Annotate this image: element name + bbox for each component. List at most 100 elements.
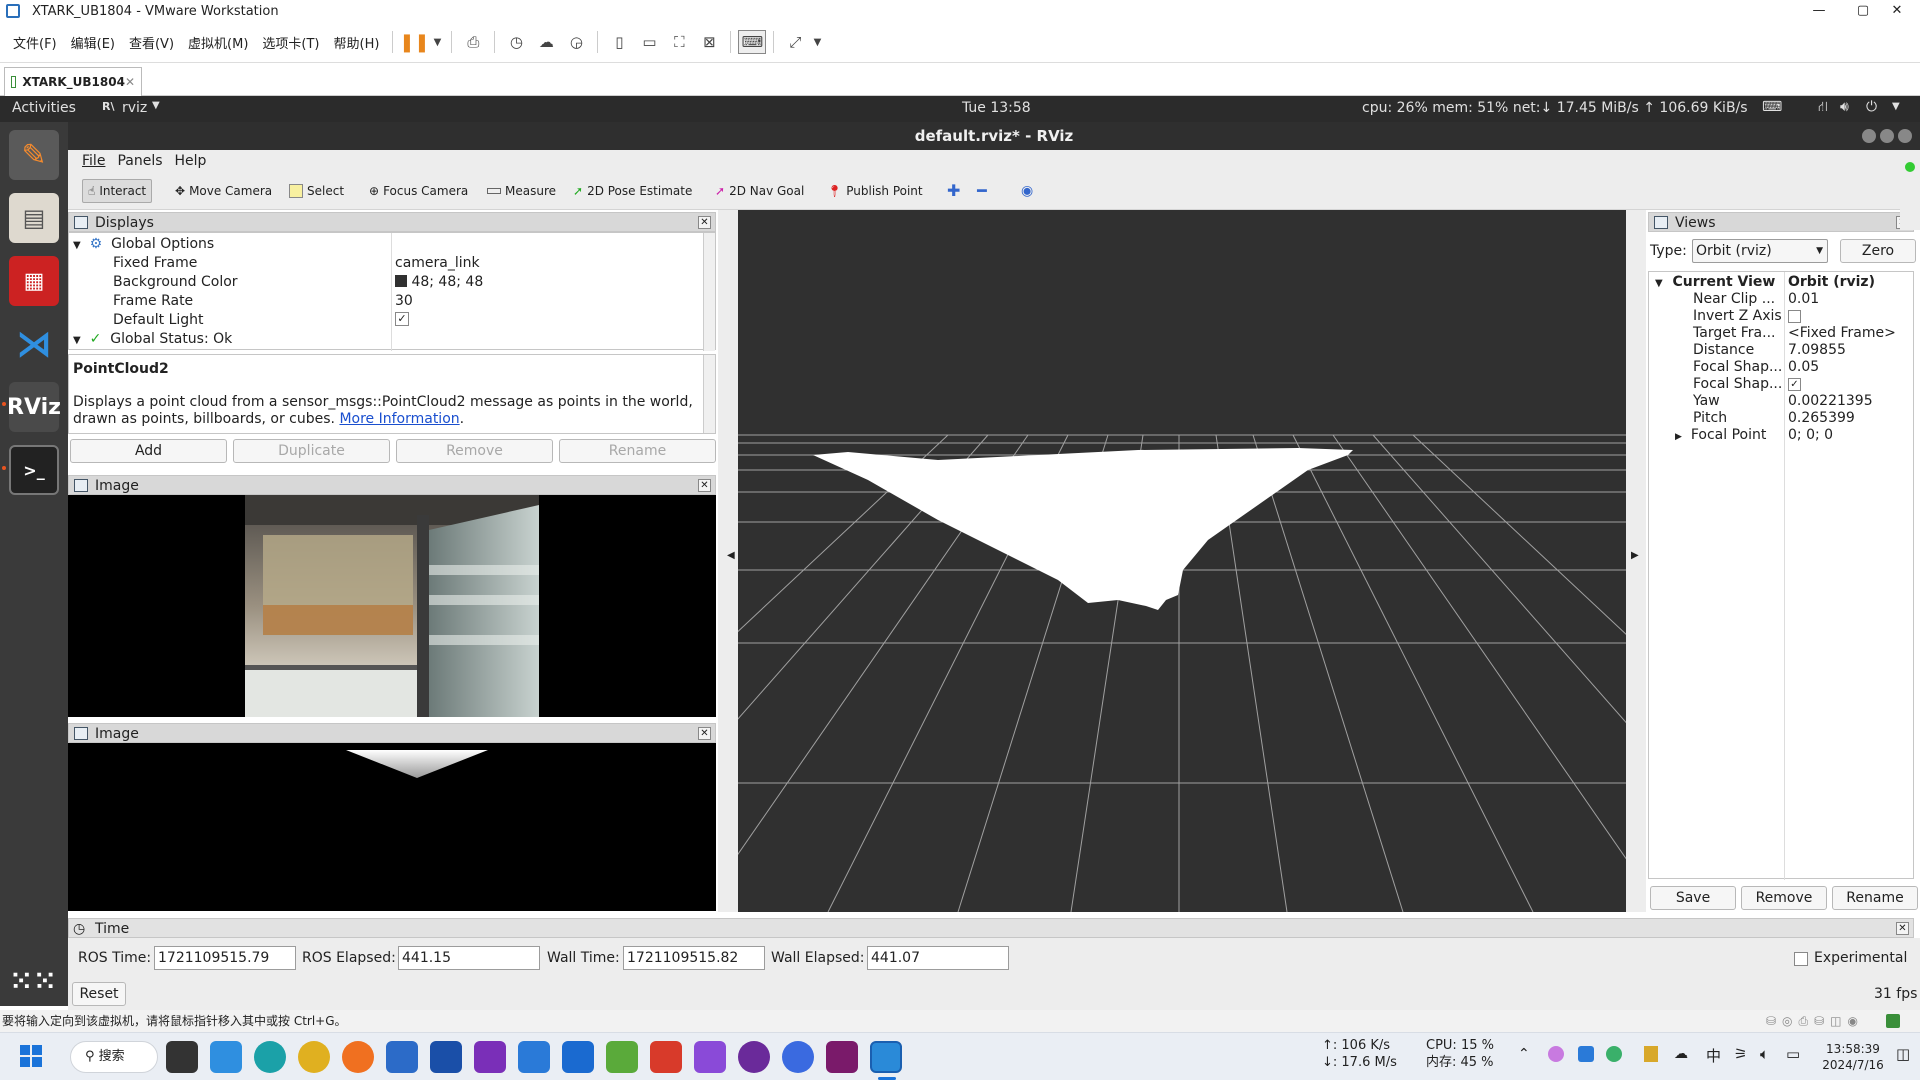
description-scrollbar[interactable] (703, 355, 715, 433)
nav-goal-tool[interactable]: ➚ 2D Nav Goal (710, 179, 809, 203)
rviz-close-button[interactable] (1898, 129, 1912, 143)
ime-indicator[interactable]: 中 (1706, 1045, 1721, 1066)
rviz-menu-panels[interactable]: Panels (111, 150, 168, 172)
fixed-frame-value[interactable]: camera_link (395, 254, 480, 273)
power-icon[interactable]: ⏻ (1866, 99, 1877, 115)
app-taskbar-icon[interactable] (430, 1041, 462, 1073)
edge-taskbar-icon[interactable] (254, 1041, 286, 1073)
folder-app-taskbar-icon[interactable] (562, 1041, 594, 1073)
pdf-taskbar-icon[interactable] (826, 1041, 858, 1073)
terminal-icon[interactable]: >_ (9, 445, 59, 495)
close-time-icon[interactable]: ✕ (1896, 922, 1909, 935)
near-clip-value[interactable]: 0.01 (1788, 290, 1819, 309)
activities-button[interactable]: Activities (12, 100, 76, 116)
taskbar-search[interactable]: ⚲ 搜索 (70, 1041, 158, 1073)
notepad-taskbar-icon[interactable] (606, 1041, 638, 1073)
github-taskbar-icon[interactable] (738, 1041, 770, 1073)
taskbar-clock[interactable]: 13:58:39 2024/7/16 (1818, 1041, 1888, 1073)
global-status-row[interactable]: ▼ ✓ Global Status: Ok (73, 330, 232, 349)
rviz-menu-file[interactable]: File (76, 150, 111, 172)
rviz-minimize-button[interactable] (1862, 129, 1876, 143)
duplicate-display-button[interactable]: Duplicate (233, 439, 390, 463)
console-view-icon[interactable]: ⌨ (738, 30, 767, 54)
tray-app4-icon[interactable] (1644, 1046, 1658, 1062)
focal-point-row[interactable]: ▶ Focal Point (1675, 426, 1766, 445)
pose-estimate-tool[interactable]: ➚ 2D Pose Estimate (568, 179, 697, 203)
thumbnail-bar-icon[interactable]: ▭ (635, 30, 663, 54)
close-image-panel-2-icon[interactable]: ✕ (698, 727, 711, 740)
default-light-checkbox[interactable]: ✓ (395, 312, 409, 326)
rename-display-button[interactable]: Rename (559, 439, 716, 463)
files-icon[interactable]: ▤ (9, 193, 59, 243)
remove-tool-icon[interactable]: ━ (972, 179, 992, 203)
wall-time-field[interactable]: 1721109515.82 (623, 946, 765, 970)
save-view-button[interactable]: Save (1650, 886, 1736, 910)
3d-render-view[interactable] (738, 210, 1626, 912)
pause-icon[interactable]: ❚❚ (399, 30, 429, 54)
fullscreen-icon[interactable]: ⛶ (665, 30, 693, 54)
revert-snapshot-icon[interactable]: ☁ (532, 30, 560, 54)
focal-point-value[interactable]: 0; 0; 0 (1788, 426, 1833, 445)
dropdown-arrow-icon[interactable]: ▼ (430, 30, 444, 54)
reset-button[interactable]: Reset (72, 982, 126, 1006)
rviz-maximize-button[interactable] (1880, 129, 1894, 143)
vm-status-icon[interactable] (1886, 1014, 1900, 1028)
add-tool-icon[interactable]: ✚ (942, 179, 965, 203)
tool-properties-icon[interactable]: ◉ (1016, 179, 1038, 203)
network-icon[interactable]: ⛙ (1818, 99, 1828, 117)
add-display-button[interactable]: Add (70, 439, 227, 463)
frame-rate-value[interactable]: 30 (395, 292, 413, 311)
rename-view-button[interactable]: Rename (1832, 886, 1918, 910)
focus-camera-tool[interactable]: ⊕ Focus Camera (364, 179, 473, 203)
terminal-taskbar-icon[interactable] (166, 1041, 198, 1073)
move-camera-tool[interactable]: ✥ Move Camera (170, 179, 277, 203)
tray-app2-icon[interactable] (1578, 1046, 1594, 1062)
battery-icon[interactable]: ▭ (1786, 1045, 1800, 1063)
expand-icon[interactable]: ▼ (1655, 278, 1663, 289)
background-color-value[interactable]: 48; 48; 48 (395, 273, 483, 292)
displays-scrollbar[interactable] (703, 233, 715, 351)
device-status-icons[interactable]: ⛁◎⎙⛁◫◉ (1766, 1010, 1864, 1032)
menu-help[interactable]: 帮助(H) (327, 33, 387, 52)
remove-display-button[interactable]: Remove (396, 439, 553, 463)
interact-tool[interactable]: ☝ Interact (82, 179, 153, 203)
experimental-checkbox[interactable] (1794, 952, 1808, 966)
system-menu-arrow-icon[interactable]: ▼ (1892, 101, 1900, 112)
onenote-taskbar-icon[interactable] (474, 1041, 506, 1073)
menu-tabs[interactable]: 选项卡(T) (255, 33, 326, 52)
start-button[interactable] (20, 1045, 42, 1067)
more-information-link[interactable]: More Information (339, 411, 459, 427)
publish-point-tool[interactable]: 📍︎ Publish Point (822, 179, 928, 203)
store-taskbar-icon[interactable] (386, 1041, 418, 1073)
clock[interactable]: Tue 13:58 (962, 100, 1031, 116)
close-image-panel-1-icon[interactable]: ✕ (698, 479, 711, 492)
stretch-dropdown-icon[interactable]: ▼ (811, 30, 823, 54)
left-splitter[interactable]: ◀ (718, 210, 738, 912)
menu-edit[interactable]: 编辑(E) (64, 33, 122, 52)
snapshot-manager-icon[interactable]: ◶ (562, 30, 590, 54)
menu-file[interactable]: 文件(F) (6, 33, 64, 52)
wifi-icon[interactable]: ⚞ (1734, 1045, 1747, 1063)
todo-taskbar-icon[interactable] (518, 1041, 550, 1073)
measure-tool[interactable]: Measure (482, 179, 561, 203)
app-menu-arrow-icon[interactable]: ▼ (152, 100, 160, 111)
vscode-icon[interactable]: ⋊ (9, 319, 59, 369)
chevron-up-icon[interactable]: ⌃ (1518, 1046, 1530, 1062)
unity-icon[interactable]: ⊠ (695, 30, 723, 54)
invert-z-checkbox[interactable] (1788, 310, 1801, 323)
close-displays-icon[interactable]: ✕ (698, 216, 711, 229)
speaker-mute-icon[interactable]: 🔈︎ (1760, 1045, 1769, 1063)
send-keys-icon[interactable]: ⎙ (459, 30, 487, 54)
close-tab-icon[interactable]: ✕ (125, 75, 135, 89)
settings-tool-icon[interactable]: ✎ (9, 130, 59, 180)
view-type-select[interactable]: Orbit (rviz) ▼ (1692, 239, 1828, 263)
show-apps-icon[interactable]: ⁙⁙ (9, 957, 59, 1007)
zero-button[interactable]: Zero (1840, 239, 1916, 263)
volume-icon[interactable]: 🔊︎ (1840, 99, 1849, 115)
collapse-arrow-icon[interactable]: ▶ (1675, 432, 1682, 442)
ros-time-field[interactable]: 1721109515.79 (154, 946, 296, 970)
vscode-taskbar-icon[interactable] (210, 1041, 242, 1073)
focal-shape-fixed-checkbox[interactable]: ✓ (1788, 378, 1801, 391)
vmware-taskbar-icon[interactable] (870, 1041, 902, 1073)
gmail-taskbar-icon[interactable] (650, 1041, 682, 1073)
